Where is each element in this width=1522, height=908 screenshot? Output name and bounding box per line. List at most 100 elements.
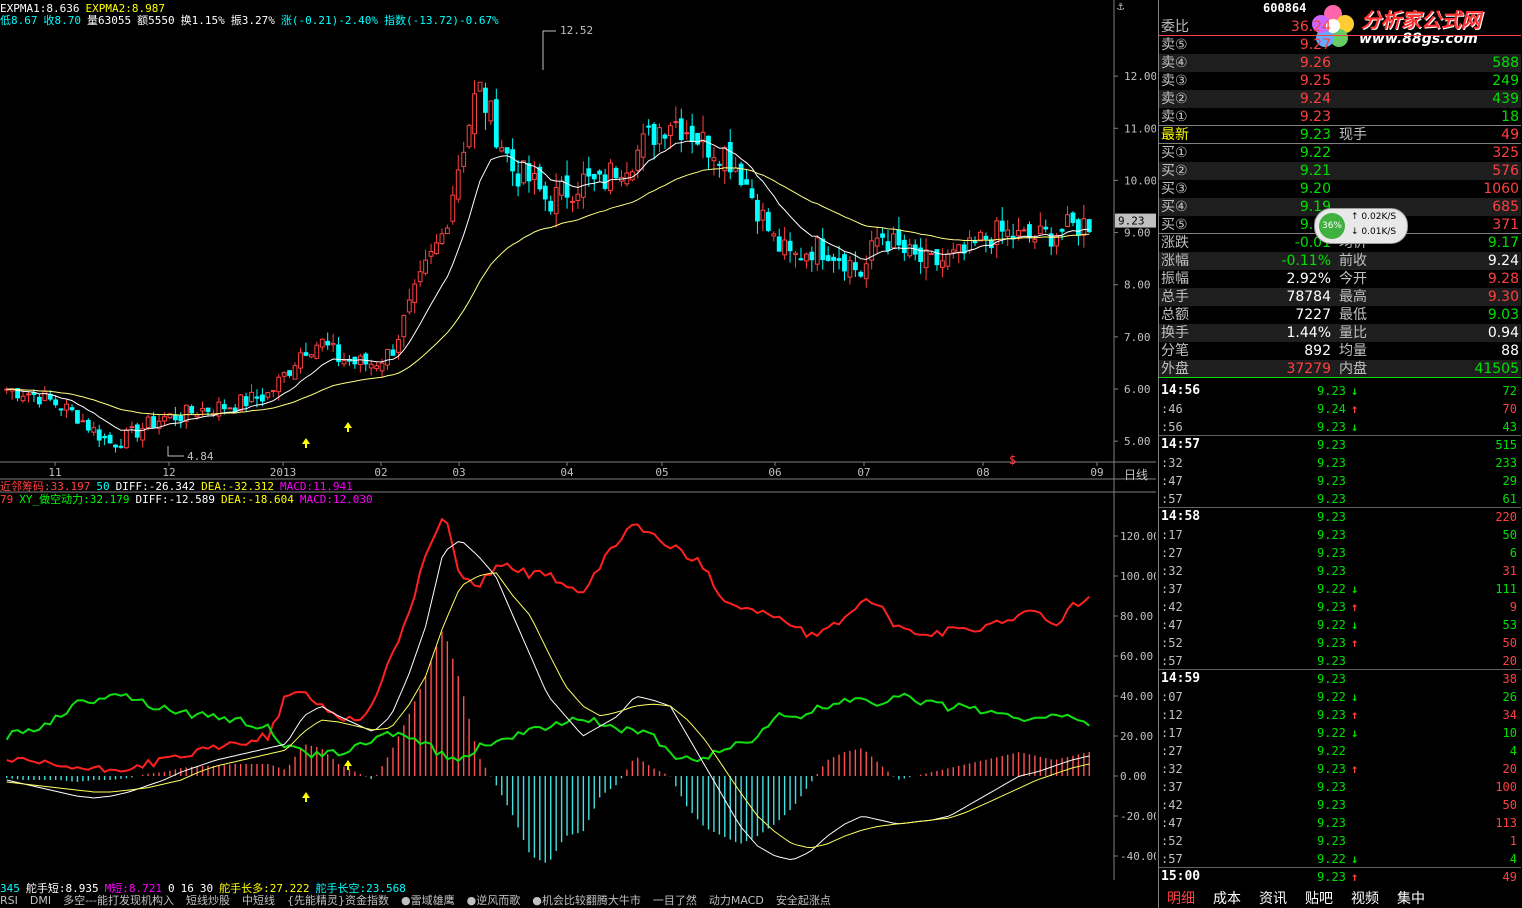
tick-volume: 31 xyxy=(1502,564,1517,578)
indicator-tab-9[interactable]: 一目了然 xyxy=(653,894,697,907)
tick-row[interactable]: 14:57 9.23 515 xyxy=(1159,436,1521,454)
indicator-tab-6[interactable]: ●雷域雄鹰 xyxy=(401,894,455,907)
sell-row-value: 9.24 xyxy=(1299,91,1331,107)
tick-row[interactable]: 15:00 9.23 ↑ 49 xyxy=(1159,868,1521,886)
sell-row-value: 9.23 xyxy=(1299,109,1331,125)
tick-row[interactable]: :27 9.22 4 xyxy=(1159,742,1521,760)
stat-row-value: 37279 xyxy=(1286,361,1331,377)
tick-time: :17 xyxy=(1161,528,1183,542)
tick-volume: 43 xyxy=(1502,420,1517,434)
tick-time: :32 xyxy=(1161,456,1183,470)
tick-row[interactable]: :52 9.23 1 xyxy=(1159,832,1521,850)
panel-tab-5[interactable]: 集中 xyxy=(1397,890,1425,908)
candle xyxy=(428,243,434,265)
tick-row[interactable]: :07 9.22 ↓ 26 xyxy=(1159,688,1521,706)
buy-row-label: 买⑤ xyxy=(1161,217,1188,233)
tick-row[interactable]: :47 9.22 ↓ 53 xyxy=(1159,616,1521,634)
tick-row[interactable]: :32 9.23 233 xyxy=(1159,454,1521,472)
tick-separator xyxy=(1159,669,1521,670)
tick-row[interactable]: :37 9.22 ↓ 111 xyxy=(1159,580,1521,598)
tick-row[interactable]: :17 9.22 ↓ 10 xyxy=(1159,724,1521,742)
panel-tab-1[interactable]: 成本 xyxy=(1213,890,1241,908)
indicator-tab-5[interactable]: {先能精灵}资金指数 xyxy=(287,894,389,907)
tick-row[interactable]: :42 9.23 50 xyxy=(1159,796,1521,814)
candle xyxy=(134,422,140,442)
tick-row[interactable]: :27 9.23 6 xyxy=(1159,544,1521,562)
stat-row-label: 涨跌 xyxy=(1161,235,1189,251)
panel-tab-4[interactable]: 视频 xyxy=(1351,890,1379,908)
indicator-tab-1[interactable]: DMI xyxy=(30,894,51,907)
price-chart[interactable]: 5.006.007.008.009.0010.0011.0012.0011 12 2… xyxy=(0,0,1156,480)
indicator-tab-4[interactable]: 中短线 xyxy=(242,894,275,907)
tick-row[interactable]: :57 9.22 ↓ 4 xyxy=(1159,850,1521,868)
speed-down: ↓ 0.01K/S xyxy=(1351,227,1397,237)
tick-row[interactable]: :52 9.23 ↑ 50 xyxy=(1159,634,1521,652)
price-ytick-label-0: 5.00 xyxy=(1124,435,1151,448)
candle xyxy=(423,249,429,276)
candle xyxy=(374,361,380,372)
candle xyxy=(858,270,864,278)
panel-tab-3[interactable]: 贴吧 xyxy=(1305,890,1333,908)
stat-row-value2: 88 xyxy=(1501,343,1519,359)
candle xyxy=(820,227,826,270)
quote-panel: 600864 分析家公式网 www.88gs.com 委比 36.24 卖⑤ 9.27… xyxy=(1158,0,1522,908)
candle xyxy=(58,408,64,417)
candle xyxy=(570,196,575,213)
tick-row[interactable]: :46 9.24 ↑ 70 xyxy=(1159,400,1521,418)
tick-row[interactable]: :56 9.23 ↓ 43 xyxy=(1159,418,1521,436)
speed-widget[interactable]: 36% ↑ 0.02K/S ↓ 0.01K/S xyxy=(1314,208,1408,244)
candle xyxy=(559,176,565,200)
sell-row-label: 卖② xyxy=(1161,91,1188,107)
tick-time: :12 xyxy=(1161,708,1183,722)
buy-row-value2: 371 xyxy=(1492,217,1519,233)
stat-row-label: 换手 xyxy=(1161,325,1189,341)
candle xyxy=(678,108,684,153)
stat-row: 外盘 37279 内盘 41505 xyxy=(1159,360,1521,378)
sell-row-label: 卖① xyxy=(1161,109,1188,125)
candle xyxy=(548,195,554,215)
candle xyxy=(483,82,488,130)
tick-row[interactable]: :17 9.23 50 xyxy=(1159,526,1521,544)
tick-row[interactable]: :42 9.23 ↑ 9 xyxy=(1159,598,1521,616)
indicator-chart[interactable]: 120.00 100.00 80.00 60.00 40.00 20.00 0.00 -20.… xyxy=(0,480,1156,880)
indicator-tab-2[interactable]: 多空---能打发现机构入 xyxy=(63,894,174,907)
tick-row[interactable]: :57 9.23 61 xyxy=(1159,490,1521,508)
arrow-down-icon: ↓ xyxy=(1351,852,1359,866)
candle xyxy=(733,157,739,173)
indicator-tabs[interactable]: RSI DMI 多空---能打发现机构入 短线炒股 中短线 {先能精灵}资金指数 ●雷域雄鹰… xyxy=(0,894,1156,908)
ind-ytick-label-4: 40.00 xyxy=(1120,690,1153,703)
candle xyxy=(657,123,662,152)
stat-row-value: 2.92% xyxy=(1286,271,1331,287)
candle xyxy=(950,242,956,259)
price-ytick-label-6: 11.00 xyxy=(1124,122,1156,135)
buy-row-value2: 1060 xyxy=(1483,181,1519,197)
tick-row[interactable]: :47 9.23 113 xyxy=(1159,814,1521,832)
buy-row-label: 买③ xyxy=(1161,181,1188,197)
indicator-tab-3[interactable]: 短线炒股 xyxy=(186,894,230,907)
tick-row[interactable]: :47 9.23 29 xyxy=(1159,472,1521,490)
panel-tabs[interactable]: 明细 成本 资讯 贴吧 视频 集中 xyxy=(1159,890,1521,908)
candle xyxy=(760,202,766,232)
indicator-tab-10[interactable]: 动力MACD xyxy=(709,894,764,907)
buy-arrow-icon xyxy=(344,760,352,770)
tick-row[interactable]: 14:56 9.23 ↓ 72 xyxy=(1159,382,1521,400)
indicator-tab-0[interactable]: RSI xyxy=(0,894,18,907)
tick-row[interactable]: :12 9.23 ↑ 34 xyxy=(1159,706,1521,724)
indicator-tab-11[interactable]: 安全起涨点 xyxy=(776,894,831,907)
indicator-tab-8[interactable]: ●机会比较翻腾大牛市 xyxy=(532,894,641,907)
tick-row[interactable]: 14:59 9.23 38 xyxy=(1159,670,1521,688)
tick-row[interactable]: :57 9.23 20 xyxy=(1159,652,1521,670)
candle xyxy=(1005,219,1011,246)
candle xyxy=(918,238,924,274)
indicator-tab-7[interactable]: ●逆风而歌 xyxy=(467,894,521,907)
tick-row[interactable]: 14:58 9.23 220 xyxy=(1159,508,1521,526)
tick-row[interactable]: :32 9.23 ↑ 20 xyxy=(1159,760,1521,778)
panel-tab-2[interactable]: 资讯 xyxy=(1259,890,1287,908)
candle xyxy=(776,228,782,252)
panel-tab-0[interactable]: 明细 xyxy=(1167,890,1195,908)
price-xtick-label-7: 06 xyxy=(768,466,781,479)
tick-row[interactable]: :37 9.23 100 xyxy=(1159,778,1521,796)
candle xyxy=(227,407,233,410)
tick-row[interactable]: :32 9.23 31 xyxy=(1159,562,1521,580)
stat-row-label: 涨幅 xyxy=(1161,253,1189,269)
